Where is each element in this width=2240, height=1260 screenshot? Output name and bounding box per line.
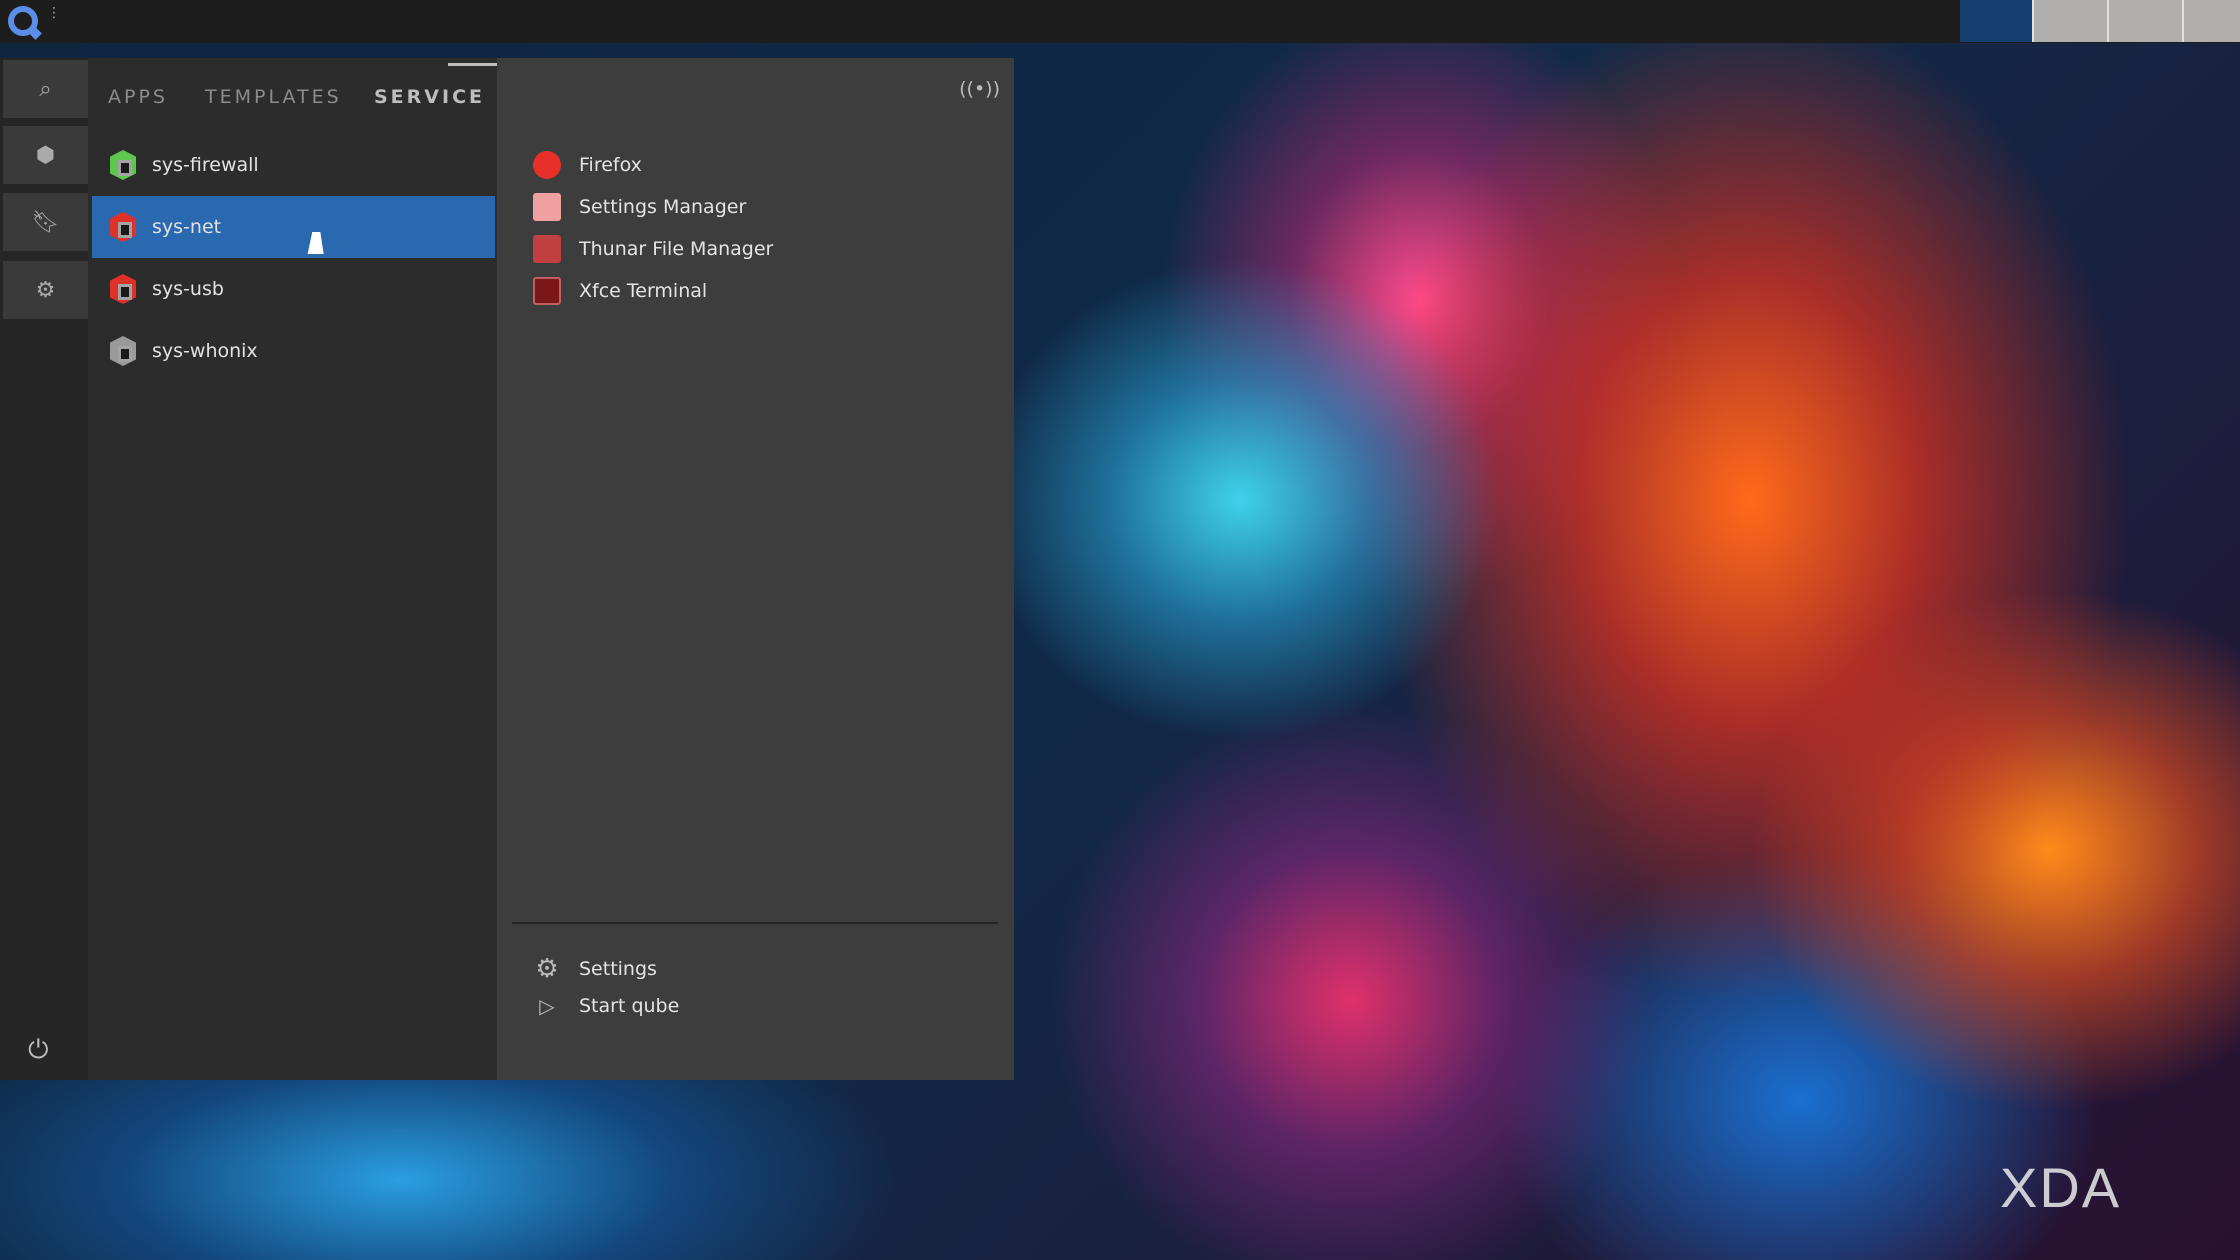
tab-service[interactable]: SERVICE bbox=[374, 86, 485, 108]
qube-name: sys-firewall bbox=[152, 154, 259, 176]
network-broadcast-icon: ((•)) bbox=[959, 78, 1000, 100]
app-item[interactable]: Thunar File Manager bbox=[533, 232, 773, 266]
top-panel: ⋮ bbox=[0, 0, 2240, 43]
qube-cube-icon bbox=[110, 336, 136, 366]
qube-name: sys-whonix bbox=[152, 340, 258, 362]
start-qube-label: Start qube bbox=[579, 995, 679, 1017]
search-icon: ⌕ bbox=[39, 77, 51, 102]
play-icon: ▷ bbox=[531, 994, 563, 1018]
app-item[interactable]: Firefox bbox=[533, 148, 642, 182]
app-label: Thunar File Manager bbox=[579, 238, 773, 260]
dots-icon: ⋮ bbox=[47, 10, 53, 17]
qube-name: sys-net bbox=[152, 216, 221, 238]
qube-item[interactable]: sys-firewall bbox=[92, 134, 495, 196]
app-menu: ⌕ ⬢ 🔖︎ ⚙ ⏻ APPS TEMPLATES SERVICE sys-fi… bbox=[0, 58, 1014, 1080]
tab-apps[interactable]: APPS bbox=[108, 86, 168, 108]
divider bbox=[512, 922, 998, 924]
settings-wrench-icon: ⚙ bbox=[531, 954, 563, 984]
qube-item[interactable]: sys-usb bbox=[92, 258, 495, 320]
workspace-2[interactable] bbox=[2032, 0, 2107, 42]
menu-sidebar: ⌕ ⬢ 🔖︎ ⚙ ⏻ bbox=[0, 58, 88, 1080]
qube-item-selected[interactable]: sys-net bbox=[92, 196, 495, 258]
tab-templates[interactable]: TEMPLATES bbox=[205, 86, 342, 108]
gear-icon: ⚙ bbox=[36, 278, 56, 303]
app-item[interactable]: Xfce Terminal bbox=[533, 274, 707, 308]
qube-cube-icon bbox=[110, 150, 136, 180]
settings-manager-icon bbox=[533, 193, 561, 221]
terminal-icon bbox=[533, 277, 561, 305]
workspace-3[interactable] bbox=[2107, 0, 2182, 42]
bookmark-icon: 🔖︎ bbox=[32, 210, 60, 235]
favorites-button[interactable]: 🔖︎ bbox=[3, 193, 88, 251]
app-item[interactable]: Settings Manager bbox=[533, 190, 746, 224]
qube-item[interactable]: sys-whonix bbox=[92, 320, 495, 382]
file-manager-icon bbox=[533, 235, 561, 263]
start-qube-button[interactable]: ▷ Start qube bbox=[531, 994, 679, 1018]
app-label: Xfce Terminal bbox=[579, 280, 707, 302]
qubes-menu-button[interactable] bbox=[8, 6, 38, 36]
settings-button[interactable]: ⚙ bbox=[3, 261, 88, 319]
firefox-icon bbox=[533, 151, 561, 179]
qubes-button[interactable]: ⬢ bbox=[3, 126, 88, 184]
qube-cube-icon bbox=[110, 212, 136, 242]
workspace-1[interactable] bbox=[1960, 0, 2032, 42]
workspace-4[interactable] bbox=[2182, 0, 2240, 42]
qube-cube-icon bbox=[110, 274, 136, 304]
search-button[interactable]: ⌕ bbox=[3, 60, 88, 118]
qube-apps-panel: ((•)) Firefox Settings Manager Thunar Fi… bbox=[497, 58, 1014, 1080]
app-label: Firefox bbox=[579, 154, 642, 176]
xda-watermark: XDA bbox=[2000, 1155, 2121, 1220]
qube-settings-button[interactable]: ⚙ Settings bbox=[531, 954, 657, 984]
power-icon[interactable]: ⏻ bbox=[28, 1035, 49, 1066]
app-label: Settings Manager bbox=[579, 196, 746, 218]
cube-icon: ⬢ bbox=[36, 143, 55, 168]
qube-name: sys-usb bbox=[152, 278, 224, 300]
settings-label: Settings bbox=[579, 958, 657, 980]
